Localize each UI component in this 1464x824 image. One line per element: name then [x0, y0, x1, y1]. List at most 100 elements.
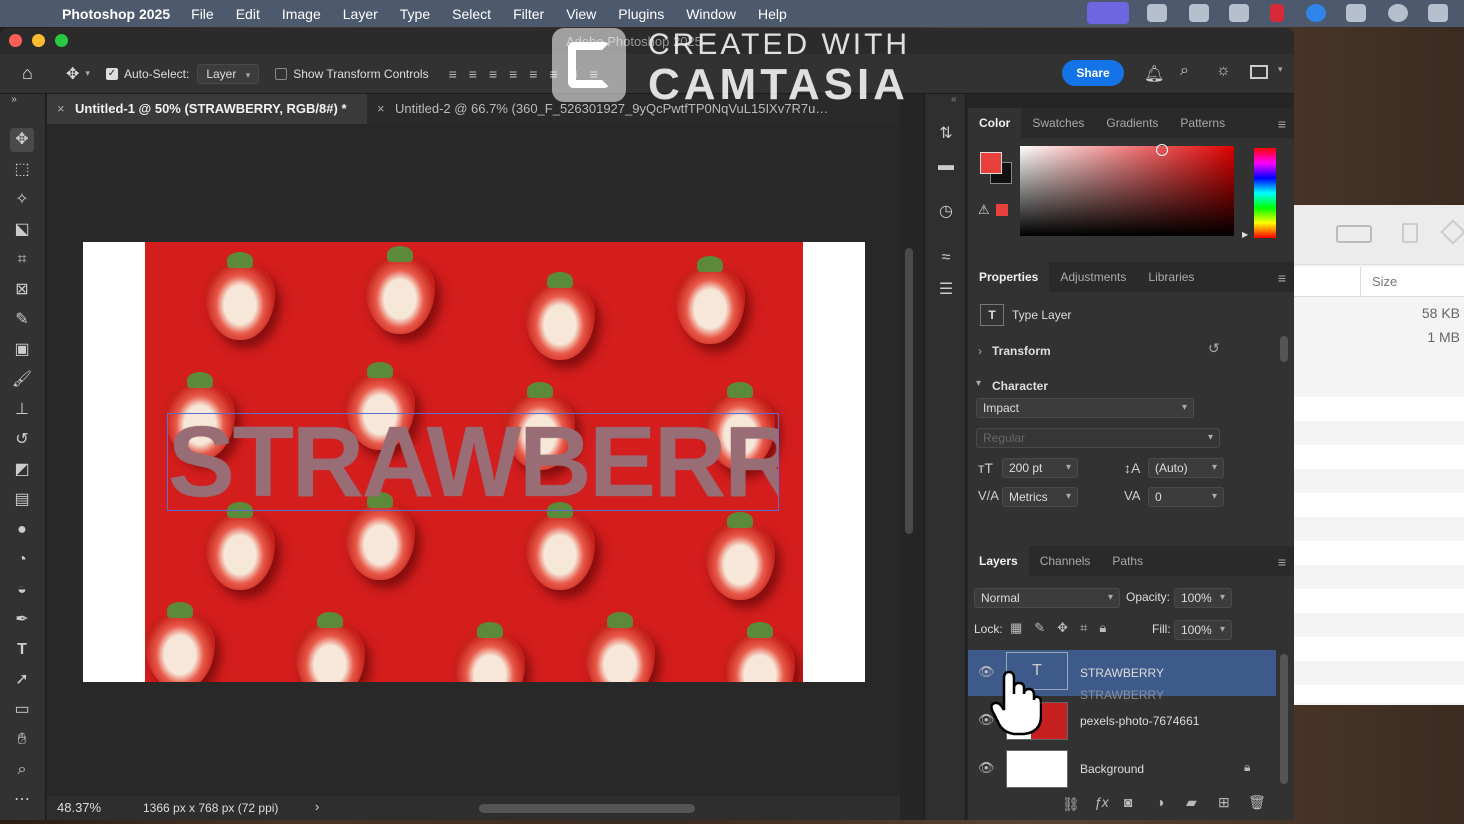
- object-selection-tool[interactable]: ⬕: [10, 218, 34, 242]
- fill-field[interactable]: 100% ▾: [1174, 620, 1232, 640]
- frame-tool[interactable]: ⊠: [10, 278, 34, 302]
- marquee-tool[interactable]: ⬚: [10, 158, 34, 182]
- app-name-menu[interactable]: Photoshop 2025: [62, 6, 170, 22]
- minimize-window-button[interactable]: [32, 34, 45, 47]
- office-icon[interactable]: [1189, 4, 1209, 22]
- tab-adjustments[interactable]: Adjustments: [1049, 262, 1137, 292]
- size-column-label[interactable]: Size: [1372, 274, 1397, 289]
- monitor-icon[interactable]: [1229, 4, 1249, 22]
- zoom-level[interactable]: 48.37%: [57, 800, 115, 815]
- clone-stamp-tool[interactable]: ⊥: [10, 398, 34, 422]
- lock-options-icons[interactable]: ▦✎✥⌗🔒︎: [1010, 620, 1118, 636]
- gamut-color-swatch[interactable]: [996, 204, 1008, 216]
- healing-brush-tool[interactable]: ▣: [10, 338, 34, 362]
- add-mask-icon[interactable]: ◙: [1124, 794, 1132, 810]
- reset-transform-icon[interactable]: ↺: [1208, 340, 1220, 357]
- move-tool[interactable]: ✥: [10, 128, 34, 152]
- strawberry-type-layer[interactable]: STRAWBERRY: [167, 413, 779, 511]
- crop-tool[interactable]: ⌗: [10, 248, 34, 272]
- character-section-header[interactable]: Character: [992, 379, 1048, 393]
- transform-section-header[interactable]: Transform: [992, 344, 1051, 358]
- collapse-icon[interactable]: «: [951, 94, 957, 105]
- pen-tool[interactable]: ✒: [10, 608, 34, 632]
- close-tab-icon[interactable]: ×: [377, 94, 385, 124]
- menu-select[interactable]: Select: [452, 6, 491, 22]
- font-size-field[interactable]: 200 pt ▾: [1002, 458, 1078, 478]
- history-brush-tool[interactable]: ↺: [10, 428, 34, 452]
- new-layer-icon[interactable]: ⊞: [1218, 794, 1230, 811]
- tab-untitled-1[interactable]: × Untitled-1 @ 50% (STRAWBERRY, RGB/8#) …: [47, 94, 367, 124]
- workspace-icon[interactable]: [1250, 65, 1268, 79]
- horizontal-scrollbar-thumb[interactable]: [479, 804, 695, 813]
- menu-filter[interactable]: Filter: [513, 6, 544, 22]
- play-icon[interactable]: [1388, 4, 1408, 22]
- hue-slider[interactable]: [1254, 148, 1276, 238]
- leading-field[interactable]: (Auto) ▾: [1148, 458, 1224, 478]
- adjustments-icon[interactable]: ☰: [934, 278, 958, 302]
- tab-paths[interactable]: Paths: [1101, 546, 1154, 576]
- document-canvas[interactable]: STRAWBERRY: [83, 242, 865, 682]
- zoom-tool[interactable]: ⌕: [10, 758, 34, 782]
- hand-tool[interactable]: ✋︎: [10, 728, 34, 752]
- panel-menu-icon[interactable]: ≡: [1278, 554, 1286, 570]
- layers-scrollbar-thumb[interactable]: [1280, 654, 1288, 784]
- creative-cloud-icon[interactable]: [1147, 4, 1167, 22]
- screen-record-icon[interactable]: [1087, 2, 1129, 24]
- share-icon[interactable]: [1402, 223, 1418, 243]
- color-picker-marker[interactable]: [1156, 144, 1168, 156]
- path-selection-tool[interactable]: ➚: [10, 668, 34, 692]
- history-icon[interactable]: ◷: [934, 200, 958, 224]
- fx-icon[interactable]: ƒx: [1094, 794, 1109, 810]
- vertical-scrollbar[interactable]: [902, 128, 916, 818]
- tool-preset-chevron-icon[interactable]: ▾: [85, 68, 90, 79]
- view-options-icon[interactable]: [1336, 225, 1372, 243]
- close-tab-icon[interactable]: ×: [57, 94, 65, 124]
- dodge-tool[interactable]: ◔: [10, 548, 34, 572]
- tag-icon[interactable]: [1440, 219, 1464, 245]
- menu-layer[interactable]: Layer: [343, 6, 378, 22]
- tab-layers[interactable]: Layers: [968, 546, 1029, 576]
- layer-row-background[interactable]: 👁︎ Background 🔒︎: [968, 746, 1276, 792]
- type-tool[interactable]: T: [10, 638, 34, 662]
- chevron-down-icon[interactable]: ▾: [976, 378, 981, 389]
- workspace-chevron-icon[interactable]: ▾: [1278, 64, 1283, 75]
- layer-name[interactable]: Background: [1080, 762, 1144, 776]
- app-red-icon[interactable]: [1270, 4, 1284, 22]
- eraser-tool[interactable]: ◩: [10, 458, 34, 482]
- tab-channels[interactable]: Channels: [1029, 546, 1102, 576]
- finder-column-header[interactable]: Size: [1294, 267, 1464, 297]
- tracking-field[interactable]: 0 ▾: [1148, 487, 1224, 507]
- lasso-tool[interactable]: ✧: [10, 188, 34, 212]
- more-tools-icon[interactable]: ⋯: [10, 788, 34, 812]
- blend-mode-dropdown[interactable]: Normal ▾: [974, 588, 1120, 608]
- adjustment-layer-icon[interactable]: ◑: [1156, 794, 1164, 810]
- brush-tool[interactable]: 🖌︎: [10, 368, 34, 392]
- menu-file[interactable]: File: [191, 6, 214, 22]
- menu-view[interactable]: View: [566, 6, 596, 22]
- discover-icon[interactable]: ☼: [1216, 62, 1231, 80]
- panel-menu-icon[interactable]: ≡: [1278, 270, 1286, 286]
- blur-tool[interactable]: ●: [10, 518, 34, 542]
- menu-plugins[interactable]: Plugins: [618, 6, 664, 22]
- auto-select-dropdown[interactable]: Layer ▾: [197, 63, 260, 84]
- move-tool-icon[interactable]: ✥: [66, 64, 79, 84]
- font-style-dropdown[interactable]: Regular ▾: [976, 428, 1220, 448]
- show-transform-checkbox[interactable]: [275, 67, 288, 80]
- tab-color[interactable]: Color: [968, 108, 1022, 138]
- smudge-tool[interactable]: ◒: [10, 578, 34, 602]
- rectangle-tool[interactable]: ▭: [10, 698, 34, 722]
- tab-libraries[interactable]: Libraries: [1137, 262, 1205, 292]
- zoom-icon[interactable]: [1306, 4, 1326, 22]
- kerning-field[interactable]: Metrics ▾: [1002, 487, 1078, 507]
- bell-icon[interactable]: 🔔︎: [1144, 64, 1164, 84]
- delete-layer-icon[interactable]: 🗑︎: [1248, 794, 1266, 811]
- properties-scrollbar-thumb[interactable]: [1280, 336, 1288, 362]
- foreground-color-swatch[interactable]: [980, 152, 1002, 174]
- menu-type[interactable]: Type: [400, 6, 430, 22]
- expand-panel-icon[interactable]: »: [2, 94, 26, 106]
- wifi-icon[interactable]: [1346, 4, 1366, 22]
- link-layers-icon[interactable]: ⛓︎: [1062, 796, 1080, 813]
- zoom-window-button[interactable]: [55, 34, 68, 47]
- eyedropper-tool[interactable]: ✎: [10, 308, 34, 332]
- gamut-warning-icon[interactable]: ⚠: [978, 202, 990, 218]
